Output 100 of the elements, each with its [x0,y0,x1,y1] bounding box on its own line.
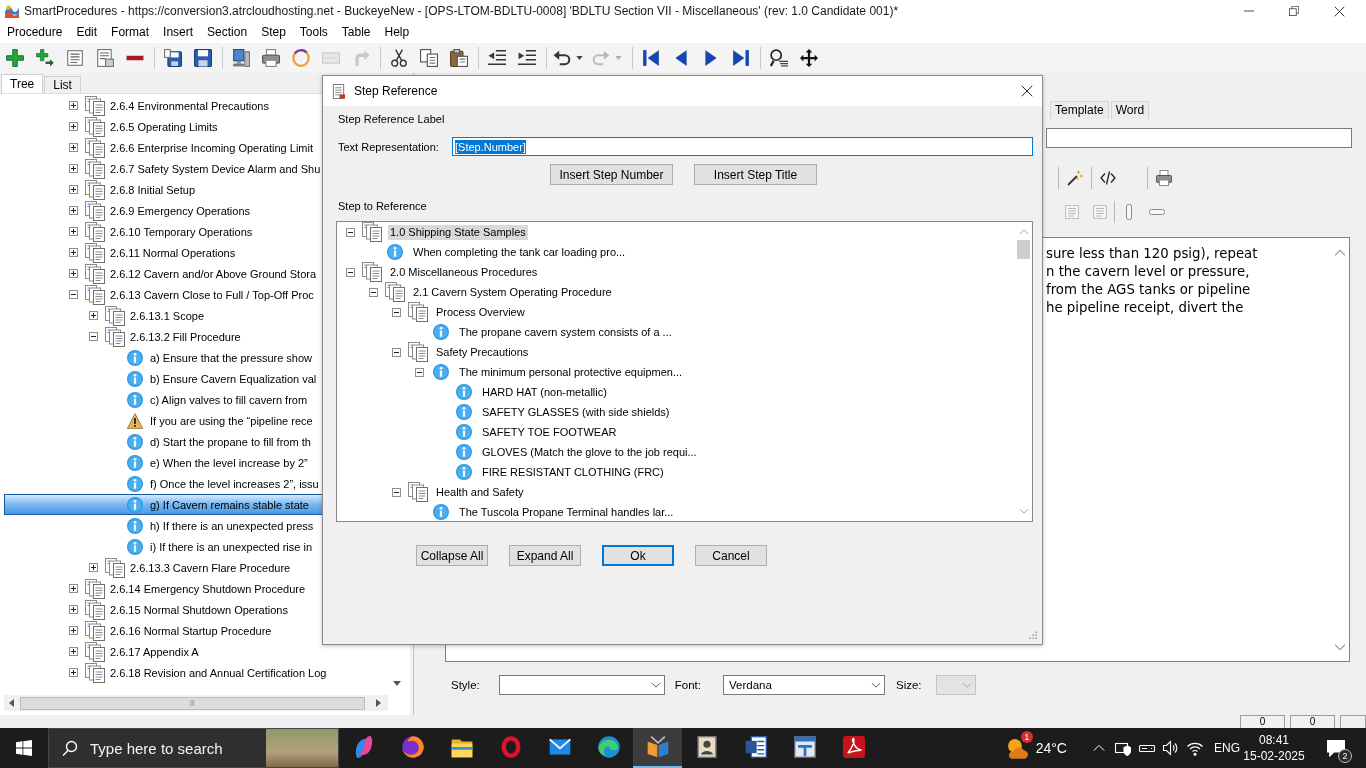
search-box[interactable]: Type here to search [48,728,339,768]
indent-icon[interactable] [518,49,536,67]
menu-item[interactable]: Help [377,24,417,41]
restore-icon[interactable] [1289,6,1299,16]
scroll-down-icon[interactable] [392,679,401,687]
tree-item[interactable]: The propane cavern system consists of a ... [457,324,674,340]
tree-item[interactable]: 2.6.8 Initial Setup [110,182,195,197]
tree-item[interactable]: b) Ensure Cavern Equalization val [150,371,317,386]
tree-item[interactable]: 2.6.6 Enterprise Incoming Operating Limit [110,140,313,155]
first-icon[interactable] [642,49,660,67]
tree-item[interactable]: 2.6.12 Cavern and/or Above Ground Stora [110,266,317,281]
expand-icon[interactable] [68,626,78,635]
expand-icon[interactable] [68,668,78,677]
collapse-icon[interactable] [368,287,378,297]
tree-item[interactable]: 2.6.4 Environmental Precautions [110,98,269,113]
paste-icon[interactable] [450,49,468,67]
expand-icon[interactable] [68,605,78,614]
tree-item[interactable]: Safety Precautions [434,344,531,360]
expand-icon[interactable] [68,584,78,593]
close-icon[interactable] [1021,85,1033,97]
security-icon[interactable] [1115,740,1131,756]
search-field[interactable]: Type here to search [88,737,266,759]
menu-item[interactable]: Section [200,24,255,41]
collapse-icon[interactable] [391,307,401,317]
tree-item[interactable]: 2.6.5 Operating Limits [110,119,218,134]
expand-icon[interactable] [68,269,78,278]
expand-icon[interactable] [68,164,78,173]
tree-item[interactable]: 2.0 Miscellaneous Procedures [388,264,540,280]
clock-date[interactable]: 15-02-2025 [1243,748,1305,764]
tree-item[interactable]: Process Overview [434,304,527,320]
menu-item[interactable]: Procedure [0,24,70,41]
text-representation-field[interactable]: [Step.Number] [452,137,1033,156]
insert-button[interactable]: Insert Step Number [550,164,673,185]
dialog-button[interactable]: Expand All [509,545,581,566]
expand-icon[interactable] [68,248,78,257]
collapse-icon[interactable] [345,267,355,277]
tab[interactable]: List [44,76,81,93]
notification-icon[interactable] [1327,739,1345,757]
tree-item[interactable]: 2.1 Cavern System Operating Procedure [411,284,614,300]
input-field[interactable] [1046,128,1352,148]
menu-item[interactable]: Edit [69,24,105,41]
expand-icon[interactable] [68,143,78,152]
collapse-icon[interactable] [414,367,424,377]
clock-time[interactable]: 08:41 [1259,732,1289,748]
tree-item[interactable]: 2.6.16 Normal Startup Procedure [110,623,272,638]
expand-icon[interactable] [88,563,98,572]
tree-item[interactable]: h) If there is an unexpected press [150,518,314,533]
move-arrows-icon[interactable] [800,49,818,67]
tree-item[interactable]: 2.6.13.3 Cavern Flare Procedure [130,560,291,575]
plus-arrow-icon[interactable] [36,49,54,67]
tree-item[interactable]: c) Align valves to fill cavern from [150,392,308,407]
font-dropdown[interactable]: Verdana [723,675,885,695]
chevron-up-icon[interactable] [1093,742,1105,754]
dialog-button[interactable]: Collapse All [416,545,488,566]
tree-item[interactable]: 2.6.7 Safety System Device Alarm and Shu [110,161,321,176]
expand-icon[interactable] [88,311,98,320]
plus-icon[interactable] [6,49,24,67]
ring-icon[interactable] [292,49,310,67]
insert-button[interactable]: Insert Step Title [694,164,817,185]
tree-item[interactable]: 2.6.15 Normal Shutdown Operations [110,602,288,617]
style-dropdown[interactable] [498,675,665,695]
expand-icon[interactable] [68,122,78,131]
tree-item[interactable]: 1.0 Shipping State Samples [388,224,528,240]
outdent-icon[interactable] [488,49,506,67]
tree-item[interactable]: GLOVES (Match the glove to the job requi... [480,444,699,460]
save-icon[interactable] [194,49,212,67]
scroll-right-icon[interactable] [374,699,382,707]
tree-item[interactable]: 2.6.17 Appendix A [110,644,199,659]
expand-icon[interactable] [68,206,78,215]
scrollbar-thumb[interactable] [20,696,365,710]
tab[interactable]: Tree [1,74,44,93]
magnifier-lines-icon[interactable] [770,49,788,67]
list-document-icon[interactable] [96,49,114,67]
menu-item[interactable]: Format [104,24,157,41]
dialog-button[interactable]: Cancel [695,545,767,566]
expand-icon[interactable] [68,227,78,236]
expand-icon[interactable] [68,647,78,656]
print-icon[interactable] [262,49,280,67]
collapse-icon[interactable] [391,347,401,357]
tree-item[interactable]: 2.6.14 Emergency Shutdown Procedure [110,581,306,596]
tree-item[interactable]: 2.6.13.1 Scope [130,308,204,323]
undo-icon[interactable] [553,49,571,67]
scroll-left-icon[interactable] [8,699,16,707]
tree-item[interactable]: 2.6.10 Temporary Operations [110,224,253,239]
collapse-icon[interactable] [88,332,98,341]
scrollbar-thumb[interactable] [1017,240,1030,259]
tree-item[interactable]: When completing the tank car loading pro... [411,244,628,260]
tree-item[interactable]: SAFETY GLASSES (with side shields) [480,404,672,420]
tree-item[interactable]: a) Ensure that the pressure show [150,350,313,365]
tree-item[interactable]: SAFETY TOE FOOTWEAR [480,424,619,440]
menu-item[interactable]: Insert [156,24,201,41]
computer-icon[interactable] [232,49,250,67]
menu-item[interactable]: Step [254,24,293,41]
collapse-icon[interactable] [68,290,78,299]
tree-item[interactable]: g) If Cavern remains stable state [150,497,309,512]
save-as-icon[interactable] [164,49,182,67]
tree-item[interactable]: HARD HAT (non-metallic) [480,384,609,400]
tree-item[interactable]: 2.6.18 Revision and Annual Certification Log [110,665,327,680]
tree-item[interactable]: e) When the level increase by 2” [150,455,308,470]
tree-item[interactable]: 2.6.9 Emergency Operations [110,203,251,218]
